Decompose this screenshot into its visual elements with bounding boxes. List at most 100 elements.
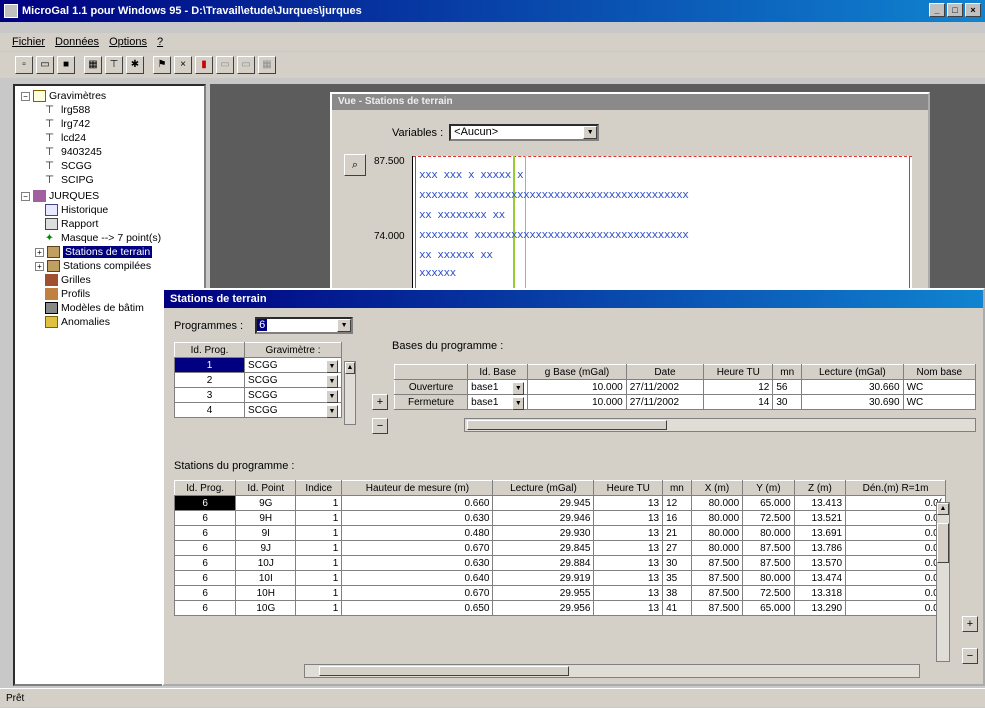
expand-icon[interactable]: + — [35, 247, 44, 257]
point-icon[interactable]: ⚑ — [153, 56, 171, 74]
table-cell[interactable]: 80.000 — [742, 570, 795, 586]
gravimeter-select[interactable]: SCGG ▼ — [244, 402, 342, 418]
table-cell[interactable]: 38 — [662, 585, 692, 601]
table-cell[interactable]: 9G — [235, 495, 297, 511]
table-cell[interactable]: 6 — [173, 540, 237, 556]
bases-hscroll[interactable] — [464, 418, 976, 432]
table-cell[interactable]: 1 — [295, 540, 343, 556]
dropdown-arrow-icon[interactable]: ▼ — [512, 396, 525, 410]
table-cell[interactable]: 13 — [593, 510, 664, 526]
table-cell[interactable]: 13 — [593, 585, 664, 601]
table-cell[interactable]: 0.640 — [341, 570, 494, 586]
table-row[interactable]: 1 SCGG ▼ — [173, 357, 342, 373]
dropdown-arrow-icon[interactable]: ▼ — [583, 126, 598, 139]
expand-icon[interactable]: + — [35, 261, 44, 271]
table-cell[interactable]: 13 — [593, 555, 664, 571]
table-cell[interactable]: 87.500 — [742, 540, 795, 556]
station-icon[interactable]: ✱ — [126, 56, 144, 74]
stations-hscroll[interactable] — [304, 664, 920, 678]
tree-item-gravimeter[interactable]: ⊤ SCGG — [45, 160, 92, 172]
table-cell[interactable]: 6 — [173, 525, 237, 541]
add-program-button[interactable]: + — [372, 394, 388, 410]
tree-item-gravimeter[interactable]: ⊤ lcd24 — [45, 132, 86, 144]
dropdown-arrow-icon[interactable]: ▼ — [326, 404, 338, 418]
scroll-thumb[interactable] — [937, 523, 949, 563]
disabled-tool-icon[interactable]: ▭ — [216, 56, 234, 74]
menu-help[interactable]: ? — [157, 33, 163, 51]
table-cell[interactable]: 13.290 — [793, 600, 847, 616]
tree-item-gravimeter[interactable]: ⊤ 9403245 — [45, 146, 102, 158]
table-cell[interactable]: 80.000 — [742, 525, 795, 541]
table-cell[interactable]: 65.000 — [742, 600, 795, 616]
gravimeter-select[interactable]: SCGG ▼ — [244, 357, 342, 373]
table-cell[interactable]: 0.0( — [845, 600, 946, 616]
table-cell[interactable]: 29.845 — [492, 540, 595, 556]
tree-item-gravimeter[interactable]: ⊤ lrg742 — [45, 118, 90, 130]
tree-item-grilles[interactable]: Grilles — [45, 274, 91, 286]
stations-vscroll[interactable]: ▲ — [936, 502, 950, 662]
table-cell[interactable]: 9I — [235, 525, 297, 541]
table-cell[interactable]: 0.0( — [845, 525, 946, 541]
close-button[interactable]: × — [965, 3, 981, 17]
table-cell[interactable]: 41 — [662, 600, 692, 616]
table-cell[interactable]: 87.500 — [690, 570, 744, 586]
table-row[interactable]: 6 9G 1 0.660 29.945 13 12 80.000 65.000 13.413 0.0… — [173, 495, 946, 511]
table-cell[interactable]: 1 — [295, 555, 343, 571]
table-cell[interactable]: 27 — [662, 540, 692, 556]
table-cell[interactable]: 35 — [662, 570, 692, 586]
table-cell[interactable]: 87.500 — [690, 600, 744, 616]
collapse-icon[interactable]: − — [21, 191, 30, 201]
table-cell[interactable]: 13.786 — [793, 540, 847, 556]
stations-window[interactable]: Stations de terrain Programmes : 6 ▼ Id.… — [162, 288, 985, 686]
table-cell[interactable]: 72.500 — [742, 510, 795, 526]
table-cell[interactable]: 13.691 — [793, 525, 847, 541]
table-row[interactable]: 3 SCGG ▼ — [173, 387, 342, 403]
menu-options[interactable]: Options — [109, 33, 147, 51]
gravimeter-select[interactable]: SCGG ▼ — [244, 372, 342, 388]
gravimeter-select[interactable]: SCGG ▼ — [244, 387, 342, 403]
minimize-button[interactable]: _ — [929, 3, 945, 17]
table-cell[interactable]: 65.000 — [742, 495, 795, 511]
table-cell[interactable]: 29.884 — [492, 555, 595, 571]
table-cell[interactable]: 13.474 — [793, 570, 847, 586]
table-cell[interactable]: 6 — [173, 510, 237, 526]
table-cell[interactable]: 6 — [173, 585, 237, 601]
table-cell[interactable]: 0.670 — [341, 585, 494, 601]
table-cell[interactable]: 1 — [295, 525, 343, 541]
dropdown-arrow-icon[interactable]: ▼ — [512, 381, 525, 395]
tree-item-anomalies[interactable]: Anomalies — [45, 316, 110, 328]
table-cell[interactable]: 87.500 — [742, 555, 795, 571]
programs-table[interactable]: Id. Prog. Gravimètre : 1 SCGG ▼ 2 SCGG ▼ 3… — [173, 342, 342, 418]
base-select[interactable]: base1 ▼ — [467, 379, 529, 395]
table-cell[interactable]: 1 — [295, 585, 343, 601]
table-cell[interactable]: 13.413 — [793, 495, 847, 511]
menu-donnees[interactable]: Données — [55, 33, 99, 51]
table-cell[interactable]: 6 — [173, 495, 237, 511]
table-cell[interactable]: 87.500 — [690, 555, 744, 571]
remove-station-button[interactable]: − — [962, 648, 978, 664]
table-cell[interactable]: 72.500 — [742, 585, 795, 601]
table-cell[interactable]: 10G — [235, 600, 297, 616]
table-cell[interactable]: 80.000 — [690, 540, 744, 556]
table-cell[interactable]: 13 — [593, 570, 664, 586]
table-row[interactable]: 6 10J 1 0.630 29.884 13 30 87.500 87.500 13.570 0.… — [173, 555, 946, 571]
dropdown-arrow-icon[interactable]: ▼ — [326, 374, 338, 388]
table-cell[interactable]: 0.0( — [845, 585, 946, 601]
table-cell[interactable]: 29.955 — [492, 585, 595, 601]
tree-item-profils[interactable]: Profils — [45, 288, 90, 300]
table-cell[interactable]: 9H — [235, 510, 297, 526]
table-cell[interactable]: 29.930 — [492, 525, 595, 541]
add-station-button[interactable]: + — [962, 616, 978, 632]
collapse-icon[interactable]: − — [21, 91, 30, 101]
table-cell[interactable]: 29.919 — [492, 570, 595, 586]
tree-node-project[interactable]: − JURQUES — [21, 190, 99, 202]
table-cell[interactable]: 0.630 — [341, 510, 494, 526]
scroll-up-icon[interactable]: ▲ — [345, 362, 355, 374]
open-folder-icon[interactable]: ▭ — [36, 56, 54, 74]
table-cell[interactable]: 29.945 — [492, 495, 595, 511]
table-cell[interactable]: 13.570 — [793, 555, 847, 571]
table-cell[interactable]: 0.670 — [341, 540, 494, 556]
tree-item-gravimeter[interactable]: ⊤ lrg588 — [45, 104, 90, 116]
grid-icon[interactable]: ▦ — [258, 56, 276, 74]
tree-item-masque[interactable]: ✦ Masque --> 7 point(s) — [45, 232, 161, 244]
